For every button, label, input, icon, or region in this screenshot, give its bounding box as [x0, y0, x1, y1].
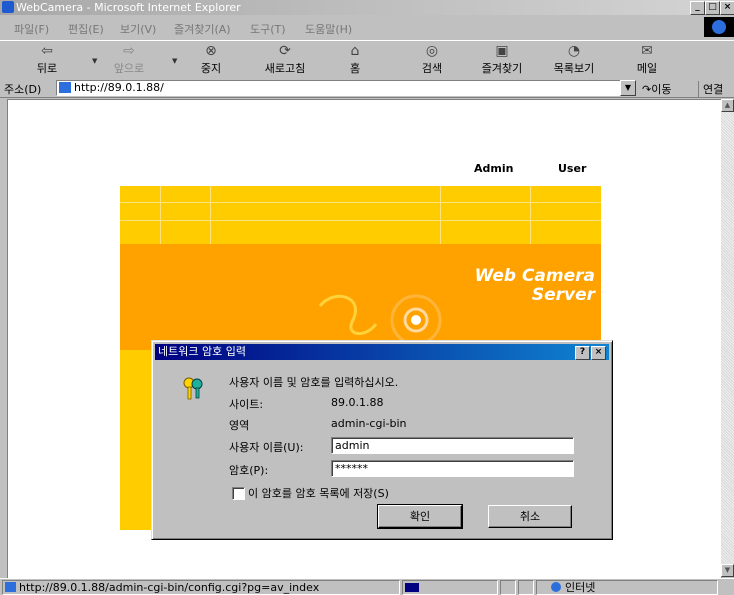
address-input[interactable]: http://89.0.1.88/ — [56, 80, 624, 96]
minimize-button[interactable]: _ — [690, 1, 705, 15]
zone-label: 인터넷 — [565, 581, 596, 594]
mail-button[interactable]: ✉ 메일 — [622, 43, 672, 77]
ie-icon — [2, 1, 14, 13]
menu-favorites[interactable]: 즐겨찾기(A) — [174, 21, 231, 37]
back-arrow-icon: ⇦ — [41, 43, 53, 59]
nav-admin-link[interactable]: Admin — [474, 162, 513, 175]
go-arrow-icon: ↷ — [642, 83, 652, 96]
realm-label: 영역 — [229, 419, 250, 432]
go-button[interactable]: ↷이동 — [642, 81, 671, 97]
mail-icon: ✉ — [641, 43, 653, 59]
window-title-bar: WebCamera - Microsoft Internet Explorer … — [0, 0, 734, 15]
favorites-button[interactable]: ▣ 즐겨찾기 — [477, 43, 527, 77]
dialog-prompt: 사용자 이름 및 암호를 입력하십시오. — [229, 376, 399, 389]
menu-bar: 파일(F) 편집(E) 보기(V) 즐겨찾기(A) 도구(T) 도움말(H) — [0, 18, 734, 36]
address-url: http://89.0.1.88/ — [74, 81, 164, 94]
camera-logo-icon — [318, 294, 442, 346]
page-icon — [59, 82, 71, 93]
vertical-scrollbar[interactable]: ▲ ▼ — [721, 99, 734, 577]
home-icon: ⌂ — [350, 43, 360, 59]
progress-bar — [405, 583, 419, 592]
forward-button[interactable]: ⇨ 앞으로 — [104, 43, 154, 77]
banner-top-band — [120, 186, 601, 244]
refresh-icon: ⟳ — [279, 43, 291, 59]
realm-value: admin-cgi-bin — [331, 417, 407, 430]
nav-user-link[interactable]: User — [558, 162, 586, 175]
password-field[interactable]: ****** — [331, 460, 574, 477]
keys-icon — [183, 377, 203, 400]
menu-tools[interactable]: 도구(T) — [250, 21, 286, 37]
site-value: 89.0.1.88 — [331, 396, 384, 409]
page-status-icon — [5, 582, 16, 592]
scroll-up-arrow-icon[interactable]: ▲ — [721, 99, 734, 112]
banner-title-line1: Web Camera — [474, 266, 595, 286]
password-label: 암호(P): — [229, 464, 269, 477]
forward-dropdown-icon[interactable]: ▼ — [172, 57, 177, 65]
history-icon: ◔ — [567, 43, 581, 59]
page-content: Admin User Web Camera Server 네트워크 암호 입력 … — [7, 99, 722, 579]
back-dropdown-icon[interactable]: ▼ — [92, 57, 97, 65]
menu-file[interactable]: 파일(F) — [14, 21, 49, 37]
scroll-down-arrow-icon[interactable]: ▼ — [721, 564, 734, 577]
links-button[interactable]: 연결 — [698, 81, 723, 97]
site-label: 사이트: — [229, 398, 264, 411]
banner-title-line2: Server — [531, 285, 595, 305]
forward-arrow-icon: ⇨ — [123, 43, 135, 59]
close-window-button[interactable]: × — [720, 1, 734, 15]
save-password-checkbox[interactable] — [232, 487, 245, 500]
history-button[interactable]: ◔ 목록보기 — [549, 43, 599, 77]
ok-button[interactable]: 확인 — [377, 504, 463, 529]
cancel-button[interactable]: 취소 — [488, 505, 572, 528]
address-bar: 주소(D) http://89.0.1.88/ ▼ ↷이동 연결 — [0, 79, 734, 98]
dialog-title: 네트워크 암호 입력 — [158, 345, 246, 358]
maximize-button[interactable]: □ — [705, 1, 720, 15]
dialog-close-button[interactable]: × — [591, 346, 606, 360]
dialog-title-bar: 네트워크 암호 입력 ? × — [155, 344, 609, 360]
stop-icon: ⊗ — [205, 43, 217, 59]
menu-edit[interactable]: 편집(E) — [68, 21, 104, 37]
menu-view[interactable]: 보기(V) — [120, 21, 156, 37]
favorites-folder-icon: ▣ — [495, 43, 509, 59]
status-bar: http://89.0.1.88/admin-cgi-bin/config.cg… — [0, 578, 734, 595]
home-button[interactable]: ⌂ 홈 — [330, 43, 380, 77]
ie-throbber-logo — [704, 17, 734, 37]
dialog-help-button[interactable]: ? — [575, 346, 590, 360]
network-password-dialog: 네트워크 암호 입력 ? × 사용자 이름 및 암호를 입력하십시오. 사이트:… — [151, 340, 613, 540]
username-label: 사용자 이름(U): — [229, 441, 304, 454]
back-button[interactable]: ⇦ 뒤로 — [22, 43, 72, 77]
search-button[interactable]: ◎ 검색 — [407, 43, 457, 77]
menu-help[interactable]: 도움말(H) — [305, 21, 352, 37]
window-title: WebCamera - Microsoft Internet Explorer — [16, 1, 241, 14]
search-icon: ◎ — [425, 43, 439, 59]
username-field[interactable]: admin — [331, 437, 574, 454]
standard-toolbar: ⇦ 뒤로 ▼ ⇨ 앞으로 ▼ ⊗ 중지 ⟳ 새로고침 ⌂ 홈 ◎ 검색 ▣ 즐겨… — [0, 40, 734, 80]
internet-zone-icon — [551, 582, 561, 592]
address-dropdown-button[interactable]: ▼ — [620, 80, 636, 96]
address-label: 주소(D) — [4, 83, 42, 96]
banner-main: Web Camera Server — [120, 244, 601, 350]
status-url: http://89.0.1.88/admin-cgi-bin/config.cg… — [19, 581, 320, 594]
save-password-label: 이 암호를 암호 목록에 저장(S) — [248, 487, 389, 500]
refresh-button[interactable]: ⟳ 새로고침 — [260, 43, 310, 77]
stop-button[interactable]: ⊗ 중지 — [186, 43, 236, 77]
